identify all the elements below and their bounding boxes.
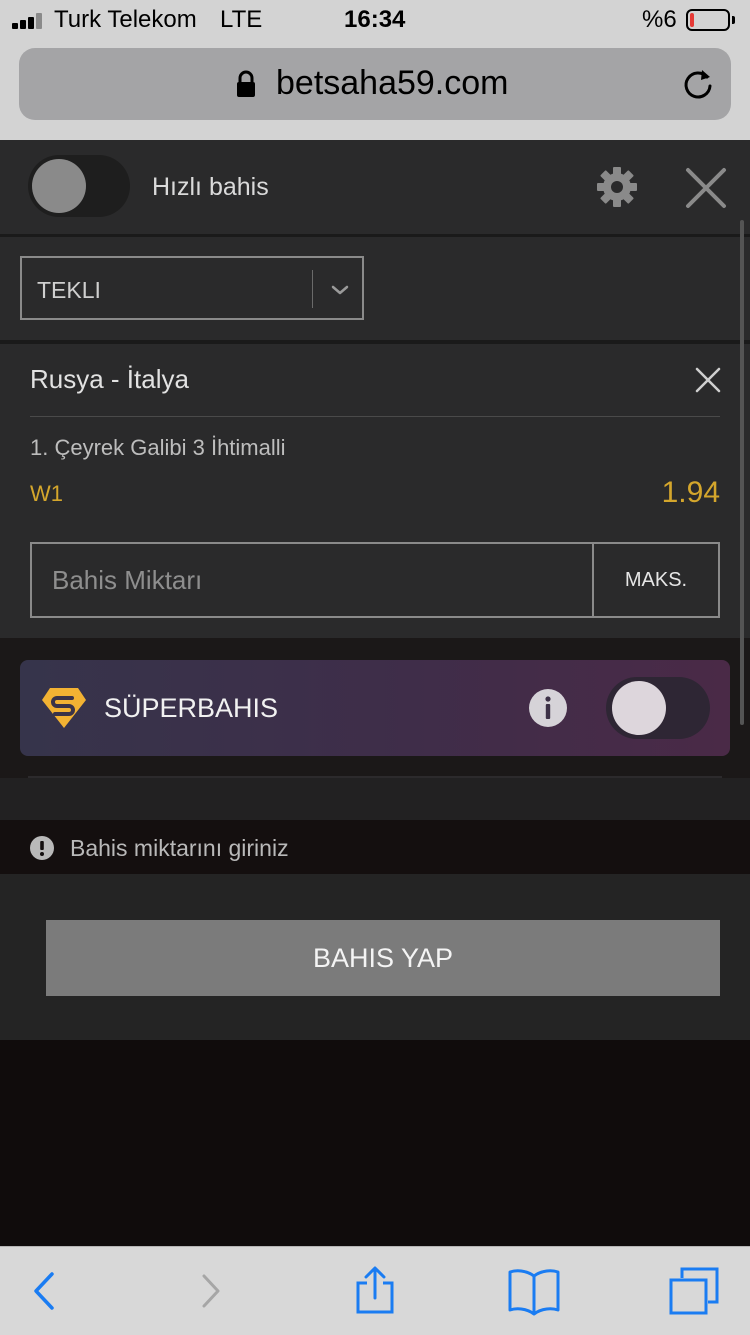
battery-icon bbox=[686, 9, 730, 31]
market-name: 1. Çeyrek Galibi 3 İhtimalli bbox=[30, 435, 286, 460]
forward-icon[interactable] bbox=[196, 1266, 226, 1316]
remove-icon[interactable] bbox=[694, 366, 722, 394]
bet-type-value: TEKLI bbox=[37, 277, 101, 303]
validation-message: Bahis miktarını giriniz bbox=[70, 835, 289, 861]
scrollbar[interactable] bbox=[740, 220, 744, 725]
carrier-name: Turk Telekom bbox=[54, 6, 197, 33]
quick-bet-label: Hızlı bahis bbox=[152, 173, 269, 201]
toggle-knob bbox=[32, 159, 86, 213]
info-icon[interactable] bbox=[528, 688, 568, 728]
divider bbox=[30, 416, 720, 417]
stake-input[interactable] bbox=[32, 544, 592, 616]
close-icon[interactable] bbox=[684, 166, 728, 210]
battery-percent: %6 bbox=[642, 6, 677, 33]
max-stake-button[interactable]: MAKS. bbox=[592, 544, 718, 616]
spacer bbox=[0, 778, 750, 820]
place-bet-button[interactable]: BAHIS YAP bbox=[46, 920, 720, 996]
bookmarks-icon[interactable] bbox=[506, 1266, 562, 1316]
back-icon[interactable] bbox=[28, 1266, 58, 1316]
select-divider bbox=[312, 270, 313, 308]
share-icon[interactable] bbox=[354, 1266, 396, 1316]
selection-name: W1 bbox=[30, 481, 63, 506]
toggle-knob bbox=[612, 681, 666, 735]
bet-type-select[interactable]: TEKLI bbox=[20, 256, 364, 320]
tabs-icon[interactable] bbox=[668, 1266, 720, 1316]
super-bet-label: SÜPERBAHIS bbox=[104, 693, 279, 723]
reload-icon[interactable] bbox=[680, 66, 716, 102]
stake-field: MAKS. bbox=[30, 542, 720, 618]
url-text[interactable]: betsaha59.com bbox=[276, 64, 509, 103]
network-type: LTE bbox=[220, 6, 263, 33]
gear-icon[interactable] bbox=[596, 166, 638, 208]
signal-icon bbox=[12, 13, 48, 29]
super-logo-icon bbox=[42, 688, 86, 728]
alert-icon bbox=[30, 836, 54, 860]
quick-bet-toggle[interactable] bbox=[28, 155, 130, 217]
lock-icon bbox=[237, 70, 255, 97]
odds-value: 1.94 bbox=[661, 476, 720, 509]
battery-tip bbox=[732, 16, 735, 24]
super-bet-toggle[interactable] bbox=[606, 677, 710, 739]
event-title: Rusya - İtalya bbox=[30, 364, 189, 394]
chevron-down-icon bbox=[331, 285, 349, 295]
status-time: 16:34 bbox=[344, 6, 406, 33]
